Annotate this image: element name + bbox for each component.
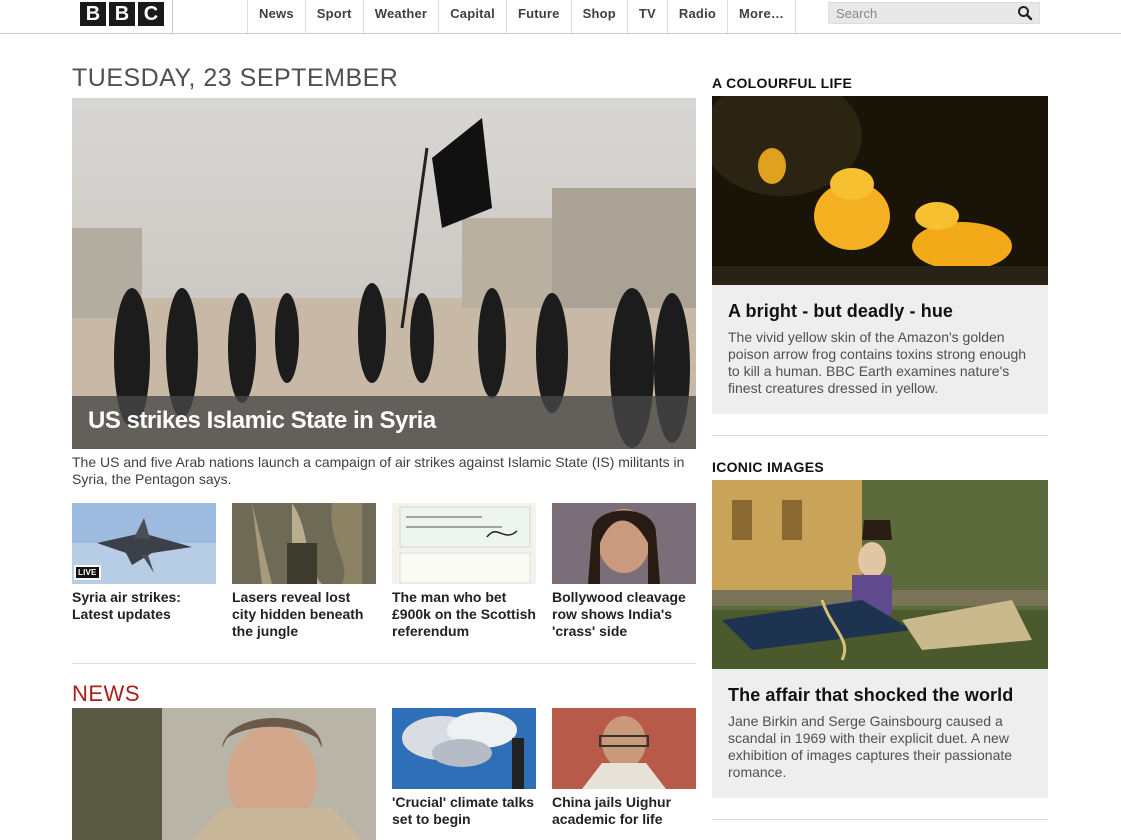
- story-title: Bollywood cleavage row shows India's 'cr…: [552, 589, 686, 639]
- story-card[interactable]: Bollywood cleavage row shows India's 'cr…: [552, 503, 696, 640]
- divider: [172, 0, 173, 33]
- main-nav: News Sport Weather Capital Future Shop T…: [247, 0, 797, 33]
- nav-sport[interactable]: Sport: [304, 0, 363, 33]
- nav-weather[interactable]: Weather: [362, 0, 438, 33]
- hero-story[interactable]: US strikes Islamic State in Syria: [72, 98, 696, 449]
- story-image: [552, 708, 696, 789]
- promo-title[interactable]: A bright - but deadly - hue: [728, 301, 1032, 322]
- hero-caption: US strikes Islamic State in Syria: [72, 396, 696, 449]
- nav-capital[interactable]: Capital: [438, 0, 506, 33]
- bbc-logo[interactable]: B B C: [80, 2, 164, 26]
- story-title: The man who bet £900k on the Scottish re…: [392, 589, 536, 639]
- story-card[interactable]: LIVE Syria air strikes: Latest updates: [72, 503, 216, 640]
- logo-letter: B: [109, 2, 135, 26]
- story-image: [232, 503, 376, 584]
- divider: [712, 819, 1048, 820]
- story-title: Syria air strikes: Latest updates: [72, 589, 181, 622]
- hero-summary: The US and five Arab nations launch a ca…: [72, 454, 685, 487]
- news-card[interactable]: 'Crucial' climate talks set to begin: [392, 708, 536, 828]
- logo-letter: B: [80, 2, 106, 26]
- live-badge: LIVE: [74, 565, 101, 580]
- nav-more[interactable]: More…: [727, 0, 797, 33]
- promo-description: Jane Birkin and Serge Gainsbourg caused …: [728, 713, 1013, 780]
- search-icon[interactable]: [1017, 5, 1033, 21]
- promo-title[interactable]: The affair that shocked the world: [728, 685, 1032, 706]
- nav-news[interactable]: News: [247, 0, 305, 33]
- nav-future[interactable]: Future: [505, 0, 571, 33]
- story-title: China jails Uighur academic for life: [552, 794, 672, 827]
- story-image: [392, 503, 536, 584]
- logo-letter: C: [138, 2, 164, 26]
- search-box: [828, 2, 1040, 24]
- nav-tv[interactable]: TV: [626, 0, 667, 33]
- news-section-heading[interactable]: NEWS: [72, 681, 140, 707]
- story-title: 'Crucial' climate talks set to begin: [392, 794, 535, 827]
- iconic-promo[interactable]: The affair that shocked the world Jane B…: [712, 480, 1048, 798]
- news-card[interactable]: China jails Uighur academic for life: [552, 708, 696, 828]
- iconic-heading[interactable]: ICONIC IMAGES: [712, 459, 824, 475]
- news-lead-image[interactable]: [72, 708, 376, 840]
- story-image: LIVE: [72, 503, 216, 584]
- story-image: [552, 503, 696, 584]
- story-image: [392, 708, 536, 789]
- top-bar: B B C News Sport Weather Capital Future …: [0, 0, 1121, 34]
- colourful-promo[interactable]: A bright - but deadly - hue The vivid ye…: [712, 96, 1048, 414]
- couple-image: [712, 480, 1048, 669]
- story-card[interactable]: The man who bet £900k on the Scottish re…: [392, 503, 536, 640]
- frog-image: [712, 96, 1048, 285]
- divider: [712, 435, 1048, 436]
- search-input[interactable]: [829, 3, 1009, 23]
- promo-description: The vivid yellow skin of the Amazon's go…: [728, 329, 1027, 396]
- hero-title[interactable]: US strikes Islamic State in Syria: [88, 407, 436, 435]
- colourful-heading[interactable]: A COLOURFUL LIFE: [712, 75, 852, 91]
- page-date: TUESDAY, 23 SEPTEMBER: [72, 64, 399, 92]
- nav-radio[interactable]: Radio: [666, 0, 727, 33]
- story-thumbnails: LIVE Syria air strikes: Latest updates L…: [72, 503, 696, 640]
- divider: [72, 663, 696, 664]
- nav-shop[interactable]: Shop: [570, 0, 627, 33]
- story-card[interactable]: Lasers reveal lost city hidden beneath t…: [232, 503, 376, 640]
- story-title: Lasers reveal lost city hidden beneath t…: [232, 589, 364, 639]
